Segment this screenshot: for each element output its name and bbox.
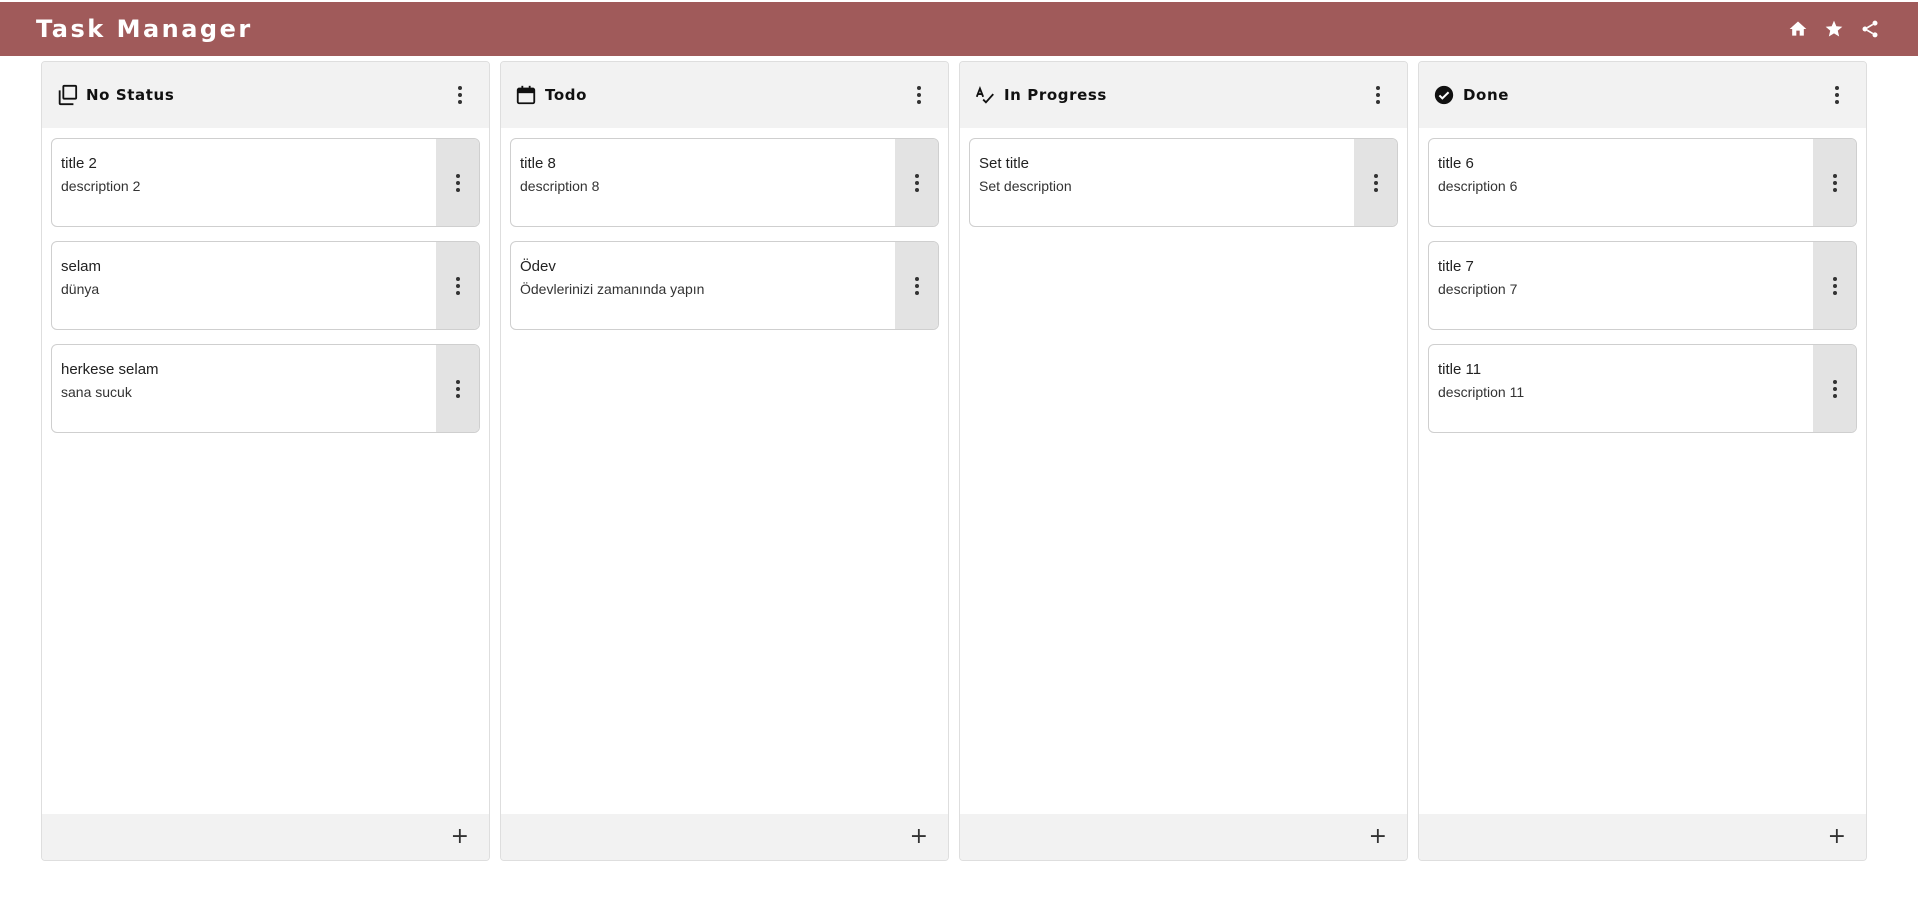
card-content: title 2 description 2: [52, 139, 436, 226]
more-vert-icon: [455, 379, 460, 398]
star-icon[interactable]: [1824, 19, 1844, 39]
more-vert-icon: [1373, 173, 1378, 192]
share-icon[interactable]: [1860, 19, 1880, 39]
card-menu-button[interactable]: [436, 139, 479, 226]
column-footer: +: [960, 814, 1407, 860]
task-card[interactable]: selam dünya: [51, 241, 480, 330]
column-footer: +: [501, 814, 948, 860]
card-description: description 11: [1438, 384, 1525, 400]
column-header: No Status: [42, 62, 489, 128]
card-menu-button[interactable]: [895, 139, 938, 226]
task-card[interactable]: title 2 description 2: [51, 138, 480, 227]
card-description: dünya: [61, 281, 100, 297]
card-description: description 2: [61, 178, 141, 194]
task-card[interactable]: title 6 description 6: [1428, 138, 1857, 227]
card-description: description 8: [520, 178, 600, 194]
more-vert-icon: [1376, 86, 1380, 104]
column-menu-button[interactable]: [904, 80, 934, 110]
more-vert-icon: [914, 276, 919, 295]
card-description: Ödevlerinizi zamanında yapın: [520, 281, 705, 297]
column-done: Done title 6 description 6 title 7 descr…: [1418, 61, 1867, 861]
column-footer: +: [1419, 814, 1866, 860]
column-todo: Todo title 8 description 8 Ödev Ödevleri…: [500, 61, 949, 861]
app-title: Task Manager: [36, 15, 253, 43]
card-content: title 8 description 8: [511, 139, 895, 226]
card-title: herkese selam: [61, 361, 159, 378]
card-title: Ödev: [520, 258, 556, 275]
calendar-icon: [515, 84, 537, 106]
column-no-status: No Status title 2 description 2 selam dü…: [41, 61, 490, 861]
card-title: title 6: [1438, 155, 1474, 172]
kanban-board: No Status title 2 description 2 selam dü…: [41, 61, 1867, 861]
task-card[interactable]: Ödev Ödevlerinizi zamanında yapın: [510, 241, 939, 330]
card-menu-button[interactable]: [1813, 242, 1856, 329]
add-card-button[interactable]: +: [451, 826, 469, 848]
card-menu-button[interactable]: [436, 345, 479, 432]
more-vert-icon: [1835, 86, 1839, 104]
card-title: title 8: [520, 155, 556, 172]
task-card[interactable]: herkese selam sana sucuk: [51, 344, 480, 433]
column-header: In Progress: [960, 62, 1407, 128]
column-in-progress: In Progress Set title Set description +: [959, 61, 1408, 861]
column-title: In Progress: [1004, 86, 1107, 104]
column-title: Todo: [545, 86, 587, 104]
card-title: Set title: [979, 155, 1030, 172]
column-header: Done: [1419, 62, 1866, 128]
app-actions: [1788, 19, 1880, 39]
card-content: selam dünya: [52, 242, 436, 329]
check-circle-icon: [1433, 84, 1455, 106]
more-vert-icon: [458, 86, 462, 104]
column-cards: Set title Set description: [960, 128, 1407, 814]
card-title: title 7: [1438, 258, 1474, 275]
app-bar: Task Manager: [0, 2, 1918, 56]
add-card-button[interactable]: +: [1828, 826, 1846, 848]
column-menu-button[interactable]: [1822, 80, 1852, 110]
column-cards: title 8 description 8 Ödev Ödevlerinizi …: [501, 128, 948, 814]
column-cards: title 2 description 2 selam dünya herkes…: [42, 128, 489, 814]
more-vert-icon: [917, 86, 921, 104]
card-description: Set description: [979, 178, 1072, 194]
column-menu-button[interactable]: [1363, 80, 1393, 110]
card-menu-button[interactable]: [895, 242, 938, 329]
more-vert-icon: [1832, 276, 1837, 295]
more-vert-icon: [1832, 379, 1837, 398]
card-menu-button[interactable]: [436, 242, 479, 329]
card-title: title 11: [1438, 361, 1482, 378]
more-vert-icon: [914, 173, 919, 192]
card-description: sana sucuk: [61, 384, 132, 400]
task-card[interactable]: title 7 description 7: [1428, 241, 1857, 330]
column-menu-button[interactable]: [445, 80, 475, 110]
column-title: No Status: [86, 86, 175, 104]
copy-icon: [56, 84, 78, 106]
task-card[interactable]: title 8 description 8: [510, 138, 939, 227]
column-header: Todo: [501, 62, 948, 128]
card-content: Set title Set description: [970, 139, 1354, 226]
card-menu-button[interactable]: [1813, 139, 1856, 226]
card-content: title 7 description 7: [1429, 242, 1813, 329]
column-footer: +: [42, 814, 489, 860]
card-content: title 11 description 11: [1429, 345, 1813, 432]
home-icon[interactable]: [1788, 19, 1808, 39]
add-card-button[interactable]: +: [1369, 826, 1387, 848]
card-title: selam: [61, 258, 102, 275]
card-content: Ödev Ödevlerinizi zamanında yapın: [511, 242, 895, 329]
more-vert-icon: [455, 173, 460, 192]
card-content: herkese selam sana sucuk: [52, 345, 436, 432]
task-card[interactable]: title 11 description 11: [1428, 344, 1857, 433]
card-title: title 2: [61, 155, 97, 172]
task-card[interactable]: Set title Set description: [969, 138, 1398, 227]
card-description: description 7: [1438, 281, 1518, 297]
add-card-button[interactable]: +: [910, 826, 928, 848]
card-menu-button[interactable]: [1813, 345, 1856, 432]
spellcheck-icon: [974, 84, 996, 106]
card-description: description 6: [1438, 178, 1518, 194]
column-title: Done: [1463, 86, 1510, 104]
card-menu-button[interactable]: [1354, 139, 1397, 226]
card-content: title 6 description 6: [1429, 139, 1813, 226]
more-vert-icon: [1832, 173, 1837, 192]
more-vert-icon: [455, 276, 460, 295]
column-cards: title 6 description 6 title 7 descriptio…: [1419, 128, 1866, 814]
